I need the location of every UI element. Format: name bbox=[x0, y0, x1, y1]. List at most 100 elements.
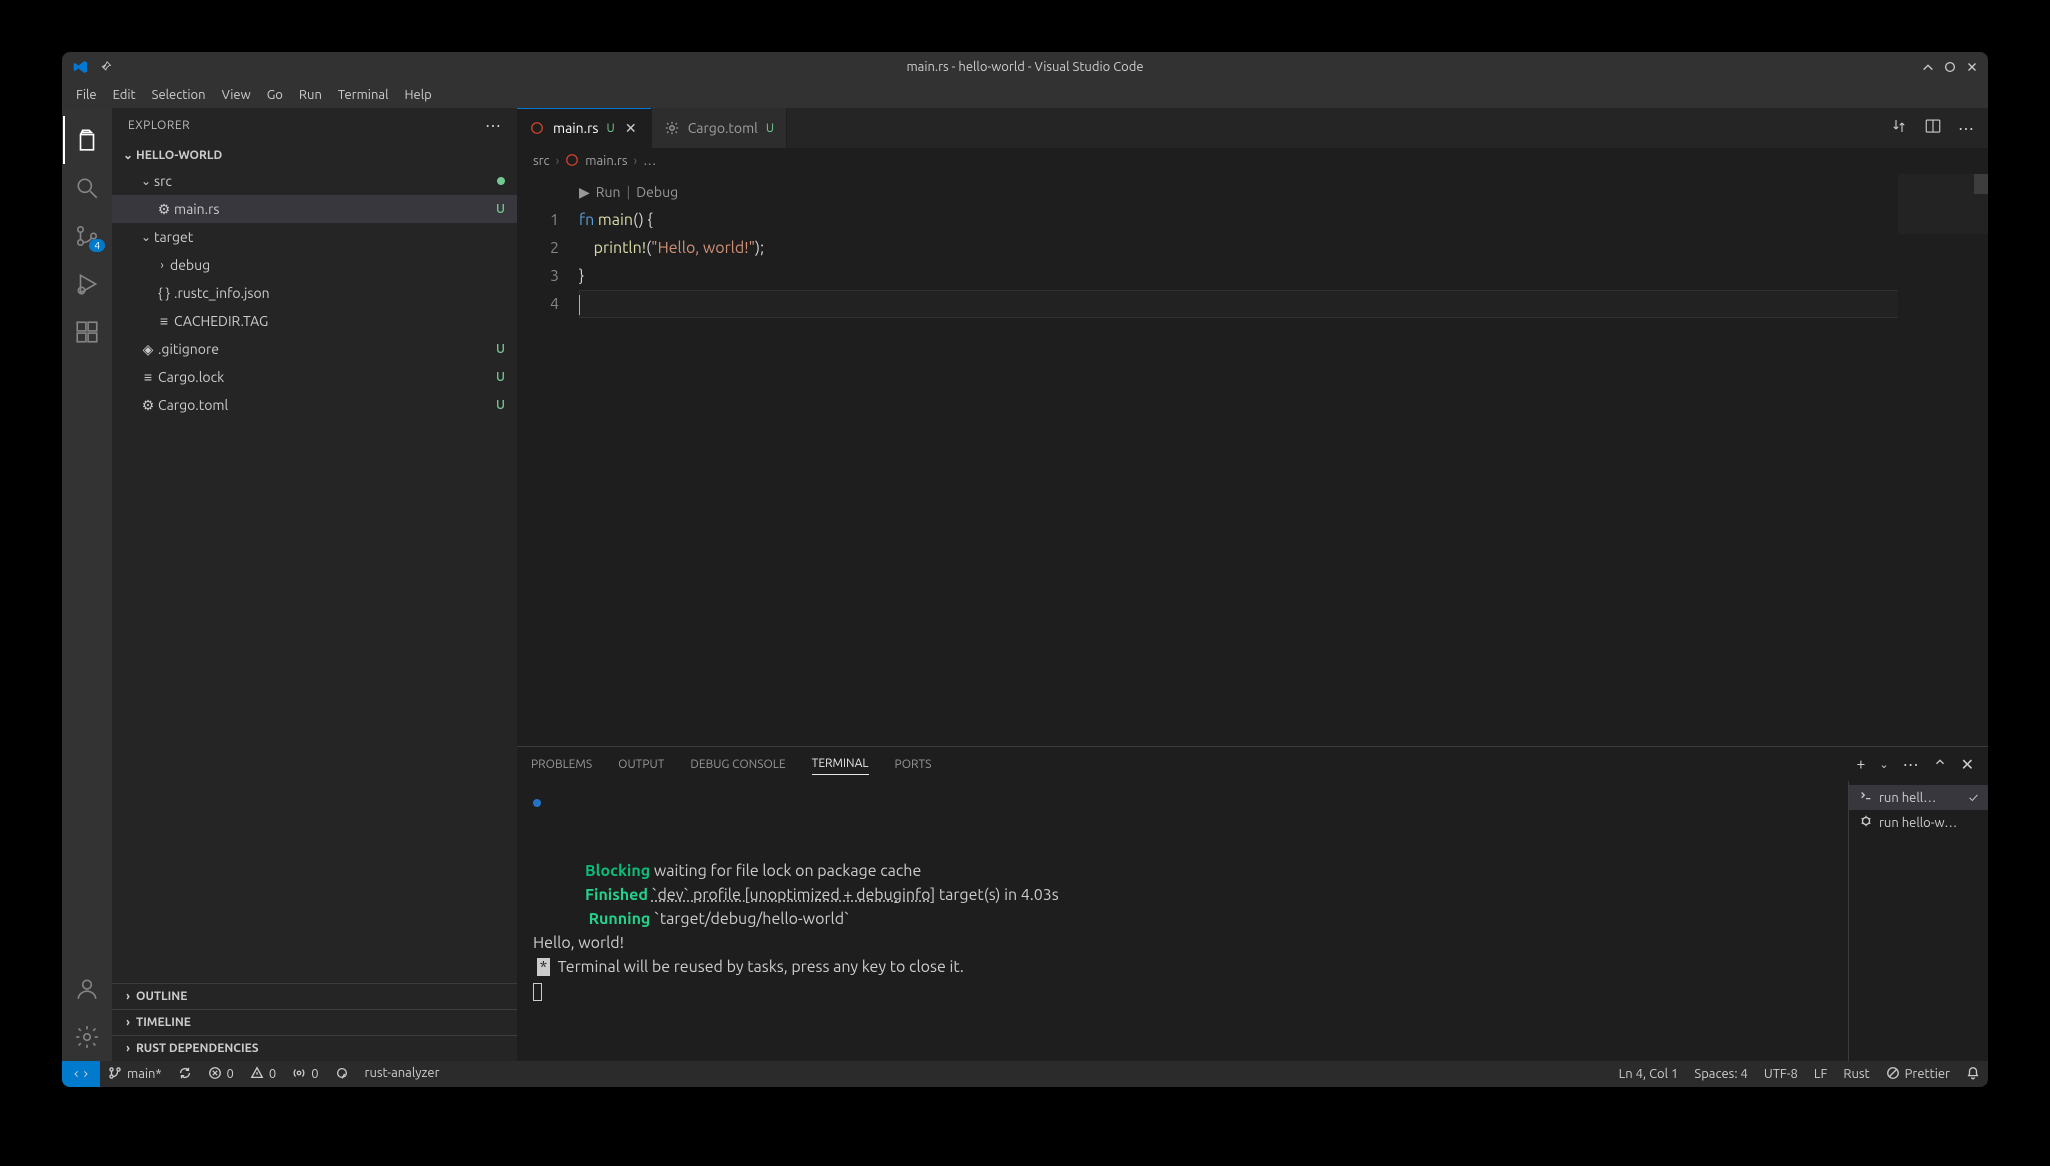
section-timeline[interactable]: ›TIMELINE bbox=[112, 1009, 517, 1035]
terminal-line: Hello, world! bbox=[533, 931, 1832, 955]
window-close-icon[interactable] bbox=[1962, 57, 1982, 77]
crumb[interactable]: main.rs bbox=[585, 154, 627, 168]
status-prettier[interactable]: Prettier bbox=[1878, 1066, 1958, 1083]
line-number: 4 bbox=[517, 290, 559, 318]
file-icon: ≡ bbox=[138, 369, 158, 385]
file-label: debug bbox=[170, 257, 505, 273]
crumb[interactable]: … bbox=[643, 154, 656, 168]
explorer-icon[interactable] bbox=[63, 116, 111, 164]
file-row[interactable]: { }.rustc_info.json bbox=[112, 279, 517, 307]
error-icon bbox=[208, 1066, 222, 1083]
extensions-icon[interactable] bbox=[63, 308, 111, 356]
tree-root-folder[interactable]: ⌄ HELLO-WORLD bbox=[112, 143, 517, 167]
file-label: main.rs bbox=[174, 201, 492, 217]
menu-edit[interactable]: Edit bbox=[105, 85, 144, 105]
status-warning[interactable]: 0 bbox=[242, 1066, 284, 1083]
code-line[interactable]: println!("Hello, world!"); bbox=[579, 234, 1988, 262]
status-bell[interactable] bbox=[1958, 1066, 1988, 1083]
gear-icon bbox=[664, 120, 680, 136]
status-ln-4-col-1[interactable]: Ln 4, Col 1 bbox=[1611, 1067, 1687, 1081]
panel-tab-terminal[interactable]: TERMINAL bbox=[812, 753, 869, 775]
menu-terminal[interactable]: Terminal bbox=[330, 85, 397, 105]
status-utf-8[interactable]: UTF-8 bbox=[1756, 1067, 1806, 1081]
pin-icon[interactable] bbox=[98, 58, 116, 76]
editor-more-icon[interactable]: ⋯ bbox=[1958, 119, 1974, 138]
panel-tab-output[interactable]: OUTPUT bbox=[618, 754, 664, 775]
split-editor-icon[interactable] bbox=[1924, 117, 1942, 139]
status-branch[interactable]: main* bbox=[100, 1066, 170, 1083]
status-rust[interactable]: Rust bbox=[1835, 1067, 1877, 1081]
window-minimize-icon[interactable] bbox=[1918, 57, 1938, 77]
crumb[interactable]: src bbox=[533, 154, 550, 168]
remote-indicator-icon[interactable] bbox=[62, 1061, 100, 1087]
tab-Cargo-toml[interactable]: Cargo.tomlU bbox=[652, 108, 787, 148]
chevron-down-icon[interactable]: ⌄ bbox=[1879, 758, 1888, 771]
menu-go[interactable]: Go bbox=[259, 85, 291, 105]
code-line[interactable]: } bbox=[579, 262, 1988, 290]
terminal-entry[interactable]: run hello-w… bbox=[1849, 810, 1988, 835]
status-target[interactable] bbox=[327, 1066, 357, 1083]
chevron-icon: ⌄ bbox=[138, 174, 154, 188]
code-line[interactable] bbox=[579, 290, 1988, 318]
section-rust-dependencies[interactable]: ›RUST DEPENDENCIES bbox=[112, 1035, 517, 1061]
codelens-run-debug[interactable]: ▶ Run | Debug bbox=[579, 178, 1988, 206]
run-debug-icon[interactable] bbox=[63, 260, 111, 308]
menu-view[interactable]: View bbox=[214, 85, 259, 105]
status-lf[interactable]: LF bbox=[1806, 1067, 1835, 1081]
git-status: U bbox=[496, 398, 505, 412]
file-row[interactable]: ≡Cargo.lockU bbox=[112, 363, 517, 391]
search-icon[interactable] bbox=[63, 164, 111, 212]
panel-tab-ports[interactable]: PORTS bbox=[895, 754, 932, 775]
terminal-output[interactable]: Blocking waiting for file lock on packag… bbox=[517, 781, 1848, 1061]
file-icon: ≡ bbox=[154, 313, 174, 329]
line-number: 2 bbox=[517, 234, 559, 262]
file-row[interactable]: ⚙Cargo.tomlU bbox=[112, 391, 517, 419]
menu-file[interactable]: File bbox=[68, 85, 105, 105]
tab-main-rs[interactable]: main.rsU✕ bbox=[517, 108, 652, 148]
terminal-label: run hello-w… bbox=[1879, 816, 1978, 830]
file-row[interactable]: ⚙main.rsU bbox=[112, 195, 517, 223]
status-error[interactable]: 0 bbox=[200, 1066, 242, 1083]
panel-tab-problems[interactable]: PROBLEMS bbox=[531, 754, 592, 775]
file-row[interactable]: ◈.gitignoreU bbox=[112, 335, 517, 363]
status-rust-analyzer[interactable]: rust-analyzer bbox=[357, 1066, 448, 1080]
file-label: CACHEDIR.TAG bbox=[174, 313, 505, 329]
terminal-label: run hell… bbox=[1879, 791, 1963, 805]
rust-icon bbox=[529, 120, 545, 136]
section-outline[interactable]: ›OUTLINE bbox=[112, 983, 517, 1009]
file-row[interactable]: ≡CACHEDIR.TAG bbox=[112, 307, 517, 335]
menu-help[interactable]: Help bbox=[396, 85, 439, 105]
menu-run[interactable]: Run bbox=[291, 85, 330, 105]
code-content[interactable]: ▶ Run | Debug fn main() { println!("Hell… bbox=[579, 174, 1988, 746]
bug-icon bbox=[1859, 814, 1873, 831]
menu-selection[interactable]: Selection bbox=[144, 85, 214, 105]
file-row[interactable]: ⌄target bbox=[112, 223, 517, 251]
terminal-entry[interactable]: run hell…✓ bbox=[1849, 785, 1988, 810]
git-status: U bbox=[607, 122, 615, 135]
new-terminal-icon[interactable]: + bbox=[1856, 755, 1865, 773]
compare-changes-icon[interactable] bbox=[1890, 117, 1908, 139]
panel-tab-debug-console[interactable]: DEBUG CONSOLE bbox=[690, 754, 785, 775]
close-icon[interactable]: ✕ bbox=[623, 120, 639, 137]
file-row[interactable]: ›debug bbox=[112, 251, 517, 279]
status-spaces-4[interactable]: Spaces: 4 bbox=[1686, 1067, 1755, 1081]
panel-maximize-icon[interactable] bbox=[1933, 755, 1947, 773]
status-radio[interactable]: 0 bbox=[284, 1066, 326, 1083]
file-label: Cargo.lock bbox=[158, 369, 492, 385]
scm-icon[interactable]: 4 bbox=[63, 212, 111, 260]
code-line[interactable]: fn main() { bbox=[579, 206, 1988, 234]
code-editor[interactable]: 1234 ▶ Run | Debug fn main() { println!(… bbox=[517, 174, 1988, 746]
menu-bar: FileEditSelectionViewGoRunTerminalHelp bbox=[62, 82, 1988, 108]
panel-close-icon[interactable]: ✕ bbox=[1961, 755, 1974, 774]
breadcrumb[interactable]: src›main.rs›… bbox=[517, 148, 1988, 174]
window-maximize-icon[interactable] bbox=[1940, 57, 1960, 77]
chevron-icon: ⌄ bbox=[138, 230, 154, 244]
sidebar-more-icon[interactable]: ⋯ bbox=[485, 116, 501, 135]
account-icon[interactable] bbox=[63, 965, 111, 1013]
minimap[interactable] bbox=[1898, 174, 1988, 746]
file-row[interactable]: ⌄src bbox=[112, 167, 517, 195]
settings-gear-icon[interactable] bbox=[63, 1013, 111, 1061]
window-title: main.rs - hello-world - Visual Studio Co… bbox=[906, 60, 1143, 74]
status-sync[interactable] bbox=[170, 1066, 200, 1083]
panel-more-icon[interactable]: ⋯ bbox=[1903, 755, 1919, 774]
